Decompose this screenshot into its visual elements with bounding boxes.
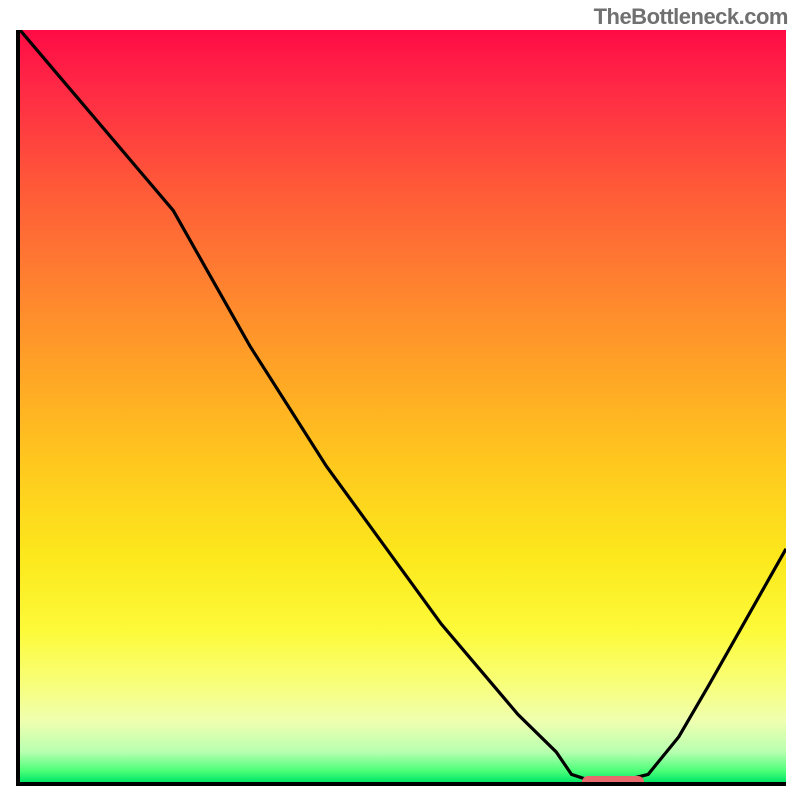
chart-container: TheBottleneck.com	[0, 0, 800, 800]
plot-area	[16, 30, 786, 786]
watermark-text: TheBottleneck.com	[594, 4, 788, 30]
optimal-range-marker	[582, 776, 644, 786]
bottleneck-curve	[20, 30, 786, 782]
